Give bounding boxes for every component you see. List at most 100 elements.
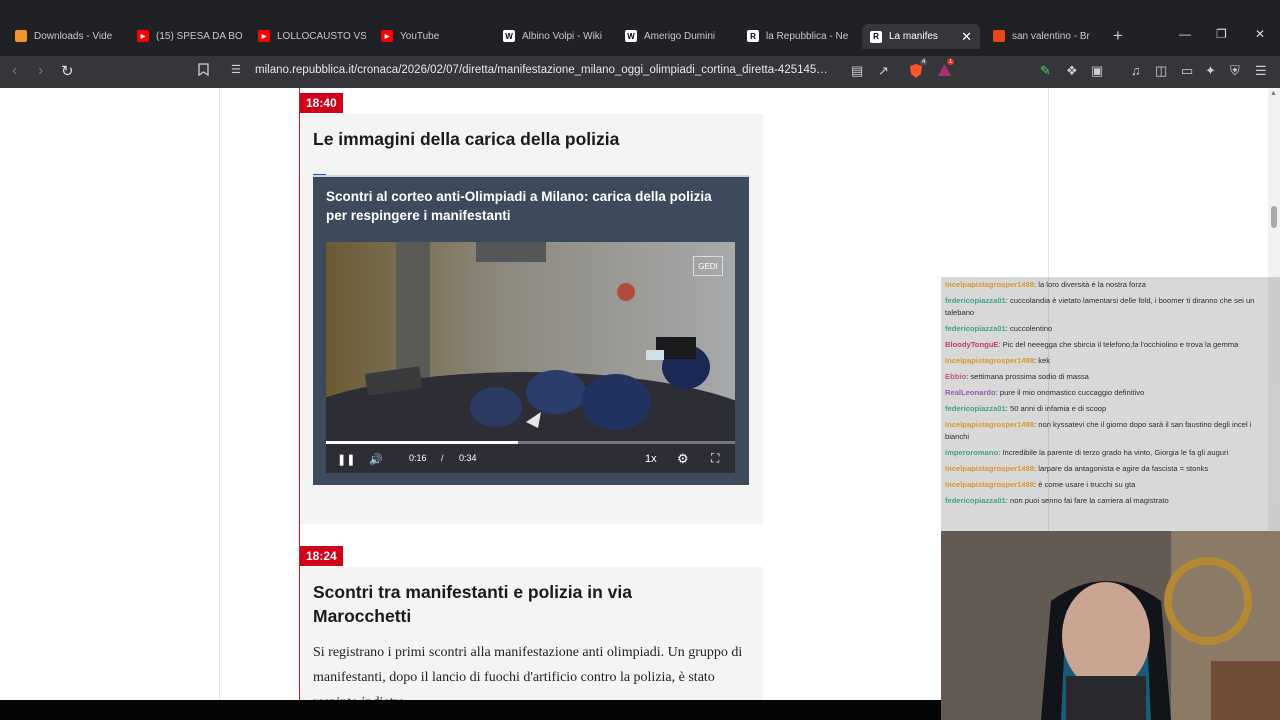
video-embed: Scontri al corteo anti-Olimpiadi a Milan… bbox=[313, 175, 749, 485]
browser-tab[interactable]: Downloads - Vide bbox=[15, 26, 123, 46]
chat-username: federicopiazza01 bbox=[945, 296, 1006, 306]
chat-username: Ebbio bbox=[945, 371, 967, 381]
chat-username: Incelpapistagrosper1488 bbox=[945, 280, 1035, 289]
chat-text: : cuccolentino bbox=[1005, 323, 1053, 333]
chat-text: : Incredibile la parente di terzo grado … bbox=[998, 447, 1229, 457]
browser-tab[interactable]: W Amerigo Dumini bbox=[625, 26, 733, 46]
new-tab-button[interactable]: + bbox=[1113, 26, 1123, 46]
wallet-icon[interactable]: ▭ bbox=[1181, 63, 1193, 79]
forward-icon[interactable]: › bbox=[38, 62, 43, 80]
chat-text: : settimana prossima sodio di massa bbox=[966, 371, 1089, 381]
scrollbar-thumb[interactable] bbox=[1271, 206, 1277, 228]
share-icon[interactable]: ↗ bbox=[878, 63, 889, 79]
shields-count-badge: 4 bbox=[920, 59, 928, 65]
chat-message: Incelpapistagrosper1488: kek bbox=[945, 355, 1276, 367]
browser-tab[interactable]: san valentino - Br bbox=[993, 26, 1101, 46]
chat-message: Incelpapistagrosper1488: larpare da anta… bbox=[945, 463, 1276, 475]
leo-ai-icon[interactable]: ✦ bbox=[1205, 63, 1216, 79]
chat-message: Incelpapistagrosper1488: la loro diversi… bbox=[945, 279, 1276, 291]
close-tab-icon[interactable]: ✕ bbox=[961, 29, 972, 45]
chat-text: : non puoi senno fai fare la carriera al… bbox=[1005, 496, 1169, 506]
fullscreen-icon[interactable]: ⛶ bbox=[711, 451, 719, 466]
restore-icon[interactable]: ❐ bbox=[1216, 27, 1227, 41]
video-duration: 0:34 bbox=[459, 453, 477, 463]
scroll-up-icon[interactable]: ▲ bbox=[1270, 90, 1277, 97]
chat-message: federicopiazza01: cuccolandia è vietato … bbox=[945, 295, 1276, 318]
chat-text: : Pic del neeegga che sbircia il telefon… bbox=[998, 339, 1239, 349]
vpn-icon[interactable]: ⛨ bbox=[1230, 63, 1240, 79]
tab-title: LOLLOCAUSTO VS bbox=[277, 30, 366, 42]
chat-message: federicopiazza01: cuccolentino bbox=[945, 323, 1276, 335]
tab-title: Downloads - Vide bbox=[34, 30, 113, 42]
brave-rewards-icon[interactable] bbox=[937, 63, 952, 81]
wikipedia-icon: W bbox=[503, 30, 515, 42]
tab-title: Amerigo Dumini bbox=[644, 30, 716, 42]
chat-text: : 50 anni di infamia e di scoop bbox=[1005, 404, 1107, 414]
video-progress-fill bbox=[326, 441, 519, 444]
webcam-overlay bbox=[941, 531, 1280, 720]
stream-chat-overlay: Incelpapistagrosper1488: la loro diversi… bbox=[941, 277, 1280, 531]
tab-title: (15) SPESA DA BO bbox=[156, 30, 243, 42]
tab-strip: Downloads - Vide ▶ (15) SPESA DA BO ▶ LOLLOC… bbox=[0, 0, 1280, 56]
post-headline: Scontri tra manifestanti e polizia in vi… bbox=[313, 582, 632, 626]
chat-message: Ebbio: settimana prossima sodio di massa bbox=[945, 371, 1276, 383]
chat-text: : larpare da antagonista e agire da fasc… bbox=[1034, 463, 1209, 473]
repubblica-icon: R bbox=[870, 30, 882, 43]
chat-text: : è come usare i trucchi su gta bbox=[1034, 480, 1136, 490]
chat-username: Incelpapistagrosper1488 bbox=[945, 355, 1035, 365]
repubblica-icon: R bbox=[747, 30, 759, 42]
settings-gear-icon[interactable]: ⚙ bbox=[677, 451, 689, 467]
browser-tab[interactable]: ▶ LOLLOCAUSTO VS bbox=[258, 26, 366, 46]
post-headline: Le immagini della carica della polizia bbox=[313, 129, 620, 149]
video-controls: ❚❚ 🔊 0:16 / 0:34 1x ⚙ ⛶ bbox=[326, 448, 735, 472]
address-bar[interactable]: milano.repubblica.it/cronaca/2026/02/07/… bbox=[255, 64, 828, 76]
brave-search-icon bbox=[993, 30, 1005, 42]
browser-tab[interactable]: R La manifes ✕ bbox=[862, 24, 980, 49]
youtube-icon: ▶ bbox=[137, 30, 149, 42]
menu-icon[interactable]: ☰ bbox=[1255, 63, 1267, 79]
brave-icon bbox=[15, 30, 27, 42]
reload-icon[interactable]: ↻ bbox=[61, 62, 74, 80]
bookmark-icon[interactable] bbox=[198, 63, 209, 79]
youtube-icon: ▶ bbox=[258, 30, 270, 42]
chat-username: federicopiazza01 bbox=[945, 323, 1006, 333]
browser-toolbar: ‹ › ↻ ☰ milano.repubblica.it/cronaca/202… bbox=[0, 56, 1280, 88]
sidebar-icon[interactable]: ◫ bbox=[1155, 63, 1167, 79]
site-settings-icon[interactable]: ☰ bbox=[231, 63, 241, 76]
brave-shields-icon[interactable] bbox=[908, 63, 924, 82]
chat-text: : la loro diversità è la nostra forza bbox=[1034, 280, 1146, 289]
chat-message: Incelpapistagrosper1488: non kyssatevi c… bbox=[945, 419, 1276, 442]
chat-username: federicopiazza01 bbox=[945, 496, 1006, 506]
chat-username: Incelpapistagrosper1488 bbox=[945, 420, 1035, 430]
back-icon[interactable]: ‹ bbox=[12, 62, 17, 80]
tab-title: YouTube bbox=[400, 30, 440, 42]
chat-username: BloodyTonguE bbox=[945, 339, 999, 349]
chat-text: : pure il mio onomastico cuccaggio defin… bbox=[995, 388, 1145, 398]
browser-tab[interactable]: Rla Repubblica - Ne bbox=[747, 26, 855, 46]
video-player[interactable]: GEDI ❚❚ 🔊 0:16 / 0:34 1x ⚙ ⛶ bbox=[326, 242, 735, 473]
media-icon[interactable]: ♫ bbox=[1131, 63, 1141, 78]
browser-tab[interactable]: ▶ (15) SPESA DA BO bbox=[137, 26, 245, 46]
video-time-separator: / bbox=[441, 453, 444, 463]
reader-mode-icon[interactable]: ▤ bbox=[851, 63, 863, 79]
video-progress-bar[interactable] bbox=[326, 441, 735, 444]
tab-title: Albino Volpi - Wiki bbox=[522, 30, 603, 42]
browser-tab[interactable]: ▶ YouTube bbox=[381, 26, 489, 46]
left-column-divider bbox=[219, 88, 220, 700]
extensions-icon[interactable]: ❖ bbox=[1066, 63, 1078, 79]
chat-username: imperoromano bbox=[945, 447, 999, 457]
close-window-icon[interactable]: ✕ bbox=[1255, 27, 1265, 41]
wallet-panel-icon[interactable]: ▣ bbox=[1091, 63, 1103, 79]
tab-title: san valentino - Br bbox=[1012, 30, 1090, 42]
volume-icon[interactable]: 🔊 bbox=[369, 453, 383, 466]
post-body: Si registrano i primi scontri alla manif… bbox=[313, 645, 743, 700]
playback-speed-button[interactable]: 1x bbox=[645, 453, 657, 465]
pause-icon[interactable]: ❚❚ bbox=[337, 453, 355, 466]
chat-username: RealLeonardo bbox=[945, 388, 996, 398]
pen-extension-icon[interactable]: ✎ bbox=[1040, 63, 1051, 79]
browser-tab[interactable]: W Albino Volpi - Wiki bbox=[503, 26, 611, 46]
minimize-icon[interactable]: — bbox=[1179, 27, 1191, 41]
chat-username: federicopiazza01 bbox=[945, 404, 1006, 414]
wikipedia-icon: W bbox=[625, 30, 637, 42]
chat-text: : kek bbox=[1034, 355, 1051, 365]
